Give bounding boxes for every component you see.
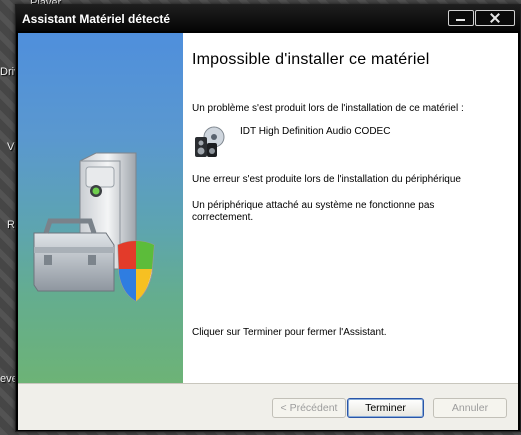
cancel-button[interactable]: Annuler	[433, 398, 507, 418]
problem-message: Un problème s'est produit lors de l'inst…	[192, 103, 464, 114]
hardware-wizard-dialog: Assistant Matériel détecté Impossible d'…	[15, 4, 521, 432]
close-button[interactable]	[475, 10, 515, 26]
hardware-toolbox-shield-icon	[33, 152, 155, 302]
finish-hint: Cliquer sur Terminer pour fermer l'Assis…	[192, 327, 387, 338]
finish-button[interactable]: Terminer	[347, 398, 424, 418]
audio-device-icon	[195, 126, 225, 157]
error-detail: Un périphérique attaché au système ne fo…	[192, 200, 435, 223]
window-title: Assistant Matériel détecté	[22, 12, 171, 26]
desktop-icon-label-r[interactable]: R	[7, 219, 15, 231]
page-title: Impossible d'installer ce matériel	[192, 51, 430, 68]
wizard-content: Impossible d'installer ce matériel Un pr…	[183, 33, 518, 383]
back-button[interactable]: < Précédent	[272, 398, 346, 418]
minimize-button[interactable]	[448, 10, 474, 26]
device-name: IDT High Definition Audio CODEC	[240, 126, 391, 137]
wizard-side-panel	[18, 33, 183, 383]
error-message: Une erreur s'est produite lors de l'inst…	[192, 174, 461, 185]
title-bar[interactable]: Assistant Matériel détecté	[16, 5, 520, 31]
button-bar: < Précédent Terminer Annuler	[18, 383, 518, 430]
